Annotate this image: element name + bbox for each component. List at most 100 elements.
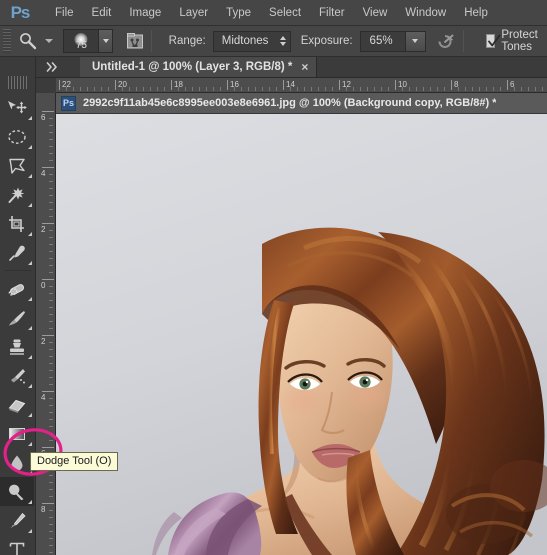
menu-item-window[interactable]: Window xyxy=(396,3,455,23)
brush-preview: 75 xyxy=(64,30,99,52)
tool-history-brush[interactable] xyxy=(0,361,34,390)
tool-healing-brush[interactable] xyxy=(0,274,34,303)
ruler-minor-tick-v xyxy=(49,258,53,259)
ruler-minor-tick-v xyxy=(49,160,53,161)
protect-tones-row[interactable]: Protect Tones xyxy=(480,29,547,53)
options-bar-grip[interactable] xyxy=(3,29,12,53)
tool-preset-chevron-down-icon[interactable] xyxy=(45,39,54,43)
tool-crop[interactable] xyxy=(0,209,34,238)
ruler-minor-tick-h xyxy=(472,87,473,91)
menu-item-filter[interactable]: Filter xyxy=(310,3,354,23)
flyout-indicator-icon xyxy=(28,413,32,417)
flyout-indicator-icon xyxy=(28,232,32,236)
ruler-minor-tick-h xyxy=(535,87,536,91)
image-canvas[interactable] xyxy=(56,114,547,555)
tools-divider-1 xyxy=(4,270,31,271)
ruler-minor-tick-h xyxy=(255,87,256,91)
ruler-minor-tick-v xyxy=(49,146,53,147)
ruler-minor-tick-h xyxy=(248,87,249,91)
tool-brush[interactable] xyxy=(0,303,34,332)
tool-magic-wand[interactable] xyxy=(0,180,34,209)
ruler-minor-tick-v xyxy=(49,419,53,420)
exposure-control[interactable]: 65% xyxy=(359,30,426,52)
ruler-minor-tick-h xyxy=(346,87,347,91)
menu-item-file[interactable]: File xyxy=(46,3,83,23)
ruler-minor-tick-v xyxy=(49,181,53,182)
ruler-minor-tick-v xyxy=(49,293,53,294)
tool-move[interactable] xyxy=(0,93,34,122)
floating-document-title: 2992c9f11ab45e6c8995ee003e8e6961.jpg @ 1… xyxy=(83,97,497,109)
tool-dodge[interactable] xyxy=(0,477,34,506)
options-divider-2 xyxy=(462,30,464,52)
tool-type[interactable] xyxy=(0,535,34,555)
ruler-minor-tick-h xyxy=(381,87,382,91)
ruler-minor-tick-h xyxy=(94,87,95,91)
brush-size-control[interactable]: 75 xyxy=(63,29,114,53)
brush-size-dropdown-button[interactable] xyxy=(98,30,113,52)
chevron-down-icon xyxy=(412,39,419,43)
ruler-minor-tick-v xyxy=(49,510,53,511)
ruler-minor-tick-h xyxy=(493,87,494,91)
ruler-minor-tick-h xyxy=(241,87,242,91)
menu-item-layer[interactable]: Layer xyxy=(170,3,217,23)
ruler-minor-tick-h xyxy=(276,87,277,91)
document-tab-label: Untitled-1 @ 100% (Layer 3, RGB/8) * xyxy=(92,61,293,73)
ruler-minor-tick-h xyxy=(164,87,165,91)
flyout-indicator-icon xyxy=(28,326,32,330)
double-chevron-right-icon xyxy=(46,62,57,72)
tool-marquee[interactable] xyxy=(0,122,34,151)
protect-tones-label: Protect Tones xyxy=(501,29,538,53)
menu-item-edit[interactable]: Edit xyxy=(83,3,121,23)
toggle-brush-panel-button[interactable] xyxy=(125,29,143,53)
range-select[interactable]: Midtones xyxy=(212,30,291,52)
exposure-value[interactable]: 65% xyxy=(360,31,405,51)
ruler-minor-tick-h xyxy=(388,87,389,91)
tool-lasso[interactable] xyxy=(0,151,34,180)
close-icon[interactable]: × xyxy=(301,61,308,73)
menu-item-image[interactable]: Image xyxy=(120,3,170,23)
menu-item-type[interactable]: Type xyxy=(217,3,260,23)
ruler-minor-tick-v xyxy=(49,272,53,273)
menu-item-help[interactable]: Help xyxy=(455,3,497,23)
vertical-ruler[interactable]: 64202468 xyxy=(36,93,56,555)
flyout-indicator-icon xyxy=(28,174,32,178)
protect-tones-checkbox[interactable] xyxy=(485,34,500,48)
ruler-minor-tick-h xyxy=(157,87,158,91)
ruler-minor-tick-h xyxy=(430,87,431,91)
ruler-minor-tick-h xyxy=(269,87,270,91)
exposure-dropdown-button[interactable] xyxy=(404,31,425,51)
flyout-indicator-icon xyxy=(28,442,32,446)
expand-panels-button[interactable] xyxy=(36,57,70,77)
ruler-minor-tick-h xyxy=(185,87,186,91)
ruler-minor-tick-v xyxy=(49,328,53,329)
current-tool-preset-icon[interactable] xyxy=(19,29,38,53)
ruler-minor-tick-v xyxy=(49,545,53,546)
tool-eyedropper[interactable] xyxy=(0,238,34,267)
tool-pen[interactable] xyxy=(0,506,34,535)
flyout-indicator-icon xyxy=(28,529,32,533)
ruler-minor-tick-v xyxy=(49,433,53,434)
flyout-indicator-icon xyxy=(28,500,32,504)
tool-blur[interactable] xyxy=(0,448,34,477)
horizontal-ruler[interactable]: 22 20 18 16 14 12 10 8 6 xyxy=(56,78,547,93)
menu-item-select[interactable]: Select xyxy=(260,3,310,23)
tool-gradient[interactable] xyxy=(0,419,34,448)
ruler-minor-tick-v xyxy=(49,363,53,364)
ruler-minor-tick-v xyxy=(49,489,53,490)
ruler-minor-tick-h xyxy=(178,87,179,91)
ruler-minor-tick-v xyxy=(49,209,53,210)
tool-clone-stamp[interactable] xyxy=(0,332,34,361)
tool-tooltip: Dodge Tool (O) xyxy=(30,452,119,471)
ruler-minor-tick-h xyxy=(206,87,207,91)
floating-document-title-bar[interactable]: Ps 2992c9f11ab45e6c8995ee003e8e6961.jpg … xyxy=(56,93,547,114)
airbrush-toggle-button[interactable] xyxy=(436,29,456,53)
tool-eraser[interactable] xyxy=(0,390,34,419)
ruler-minor-tick-h xyxy=(444,87,445,91)
document-tab-untitled-1[interactable]: Untitled-1 @ 100% (Layer 3, RGB/8) * × xyxy=(80,57,318,77)
ruler-minor-tick-h xyxy=(311,87,312,91)
ruler-minor-tick-v xyxy=(49,251,53,252)
ruler-minor-tick-h xyxy=(402,87,403,91)
flyout-indicator-icon xyxy=(28,355,32,359)
menu-item-view[interactable]: View xyxy=(354,3,397,23)
tools-panel-grip[interactable] xyxy=(7,76,28,89)
